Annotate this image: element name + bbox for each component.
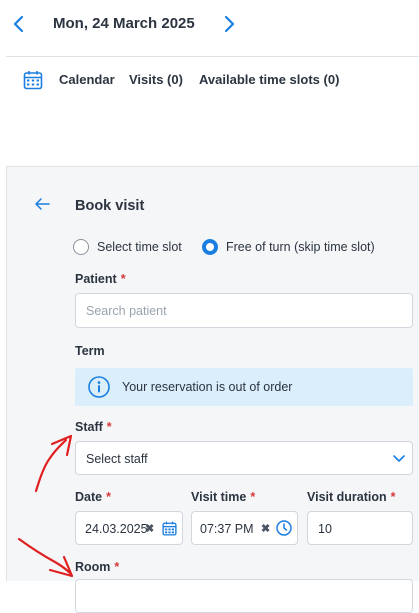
date-label-text: Date [75,490,103,504]
patient-placeholder: Search patient [86,304,167,318]
form-title: Book visit [75,198,145,214]
back-button[interactable] [34,197,50,216]
info-text: Your reservation is out of order [122,380,293,394]
required-mark: * [250,490,256,504]
staff-label-text: Staff [75,420,103,434]
radio-label: Select time slot [97,240,182,254]
visit-time-value: 07:37 PM [200,522,254,536]
required-mark: * [106,420,112,434]
visit-duration-label: Visit duration * [307,490,396,504]
tab-available-slots[interactable]: Available time slots (0) [199,72,339,87]
staff-value: Select staff [86,452,148,466]
radio-free-of-turn[interactable]: Free of turn (skip time slot) [202,239,375,255]
previous-day-button[interactable] [8,13,30,35]
radio-select-time-slot[interactable]: Select time slot [73,239,182,255]
required-mark: * [120,272,126,286]
visit-time-label-text: Visit time [191,490,247,504]
book-visit-panel: Book visit Select time slot Free of turn… [7,167,419,613]
arrow-left-icon [35,198,50,210]
room-label-text: Room [75,560,111,574]
info-message: Your reservation is out of order [75,368,413,406]
radio-circle-selected [202,239,218,255]
patient-label-text: Patient [75,272,117,286]
room-select[interactable] [75,579,413,613]
visit-duration-input[interactable]: 10 [307,511,413,545]
patient-search-input[interactable]: Search patient [75,293,413,328]
calendar-icon[interactable] [162,521,177,539]
current-date: Mon, 24 March 2025 [53,15,195,32]
visit-time-label: Visit time * [191,490,255,504]
visit-time-field[interactable]: 07:37 PM ✖ [191,511,298,545]
clear-date-icon[interactable]: ✖ [145,522,154,535]
clear-time-icon[interactable]: ✖ [261,522,270,535]
radio-circle [73,239,89,255]
date-field[interactable]: 24.03.2025 ✖ [75,511,183,545]
visit-duration-value: 10 [318,522,332,536]
required-mark: * [106,490,111,504]
date-value: 24.03.2025 [85,522,148,536]
chevron-left-icon [13,15,24,33]
tab-calendar[interactable]: Calendar [59,72,115,87]
staff-select[interactable]: Select staff [75,441,413,475]
date-navigation: Mon, 24 March 2025 [0,0,419,50]
date-label: Date * [75,490,111,504]
chevron-down-icon [392,451,406,468]
required-mark: * [114,560,120,574]
required-mark: * [390,490,396,504]
clock-icon[interactable] [276,520,292,539]
term-label: Term [75,344,105,358]
radio-label: Free of turn (skip time slot) [226,240,375,254]
calendar-icon[interactable] [23,70,43,95]
chevron-right-icon [224,15,235,33]
patient-label: Patient * [75,272,126,286]
info-icon [88,376,110,403]
staff-label: Staff * [75,420,112,434]
tab-visits[interactable]: Visits (0) [129,72,183,87]
next-day-button[interactable] [218,13,240,35]
tab-bar: Calendar Visits (0) Available time slots… [6,57,419,167]
room-label: Room * [75,560,119,574]
visit-duration-label-text: Visit duration [307,490,387,504]
